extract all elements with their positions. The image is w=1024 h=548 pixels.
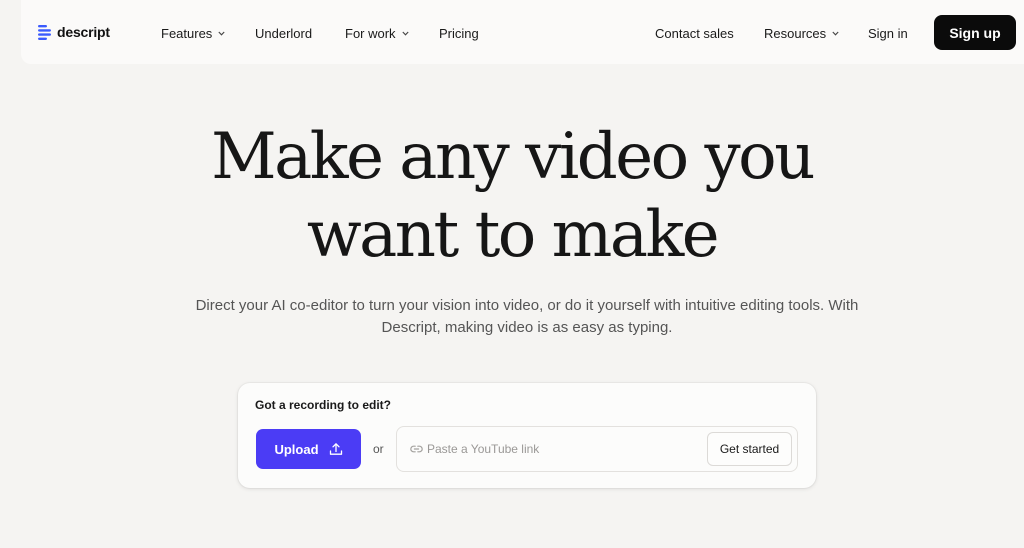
or-separator: or bbox=[373, 442, 384, 456]
hero-subtitle: Direct your AI co-editor to turn your vi… bbox=[195, 297, 859, 336]
upload-icon bbox=[329, 443, 342, 455]
nav-for-work-label: For work bbox=[345, 25, 396, 41]
hero-title-line-2: want to make bbox=[306, 198, 720, 272]
youtube-link-input[interactable] bbox=[427, 439, 697, 459]
nav-features-label: Features bbox=[161, 25, 213, 41]
nav-resources-label: Resources bbox=[764, 25, 827, 41]
nav-contact-sales[interactable]: Contact sales bbox=[655, 22, 734, 44]
nav-features[interactable]: Features bbox=[161, 22, 225, 44]
descript-logo[interactable]: descript bbox=[38, 24, 110, 40]
upload-button-label: Upload bbox=[274, 441, 319, 457]
upload-card-label: Got a recording to edit? bbox=[255, 398, 392, 412]
hero-title-line-1: Make any video you bbox=[211, 120, 815, 194]
descript-logo-icon bbox=[38, 25, 51, 40]
upload-button[interactable]: Upload bbox=[256, 429, 361, 469]
sign-up-button[interactable]: Sign up bbox=[934, 15, 1016, 50]
chevron-down-icon bbox=[401, 31, 409, 36]
nav-pricing[interactable]: Pricing bbox=[439, 22, 479, 44]
hero-title: Make any video you want to make bbox=[0, 118, 1024, 274]
top-nav: descript Features Underlord For work Pri… bbox=[21, 0, 1024, 64]
get-started-button[interactable]: Get started bbox=[707, 432, 792, 466]
nav-sign-in-label: Sign in bbox=[868, 25, 908, 41]
youtube-link-field: Get started bbox=[396, 426, 798, 472]
link-icon bbox=[410, 445, 423, 453]
logo-wordmark: descript bbox=[57, 24, 110, 40]
chevron-down-icon bbox=[218, 31, 225, 36]
nav-resources[interactable]: Resources bbox=[764, 22, 839, 44]
nav-for-work[interactable]: For work bbox=[345, 22, 409, 44]
nav-pricing-label: Pricing bbox=[439, 25, 479, 41]
nav-underlord[interactable]: Underlord bbox=[255, 22, 312, 44]
chevron-down-icon bbox=[832, 31, 839, 36]
upload-card: Got a recording to edit? Upload or Get s… bbox=[238, 383, 816, 488]
nav-sign-in[interactable]: Sign in bbox=[868, 22, 908, 44]
nav-contact-sales-label: Contact sales bbox=[655, 25, 734, 41]
nav-underlord-label: Underlord bbox=[255, 25, 313, 41]
